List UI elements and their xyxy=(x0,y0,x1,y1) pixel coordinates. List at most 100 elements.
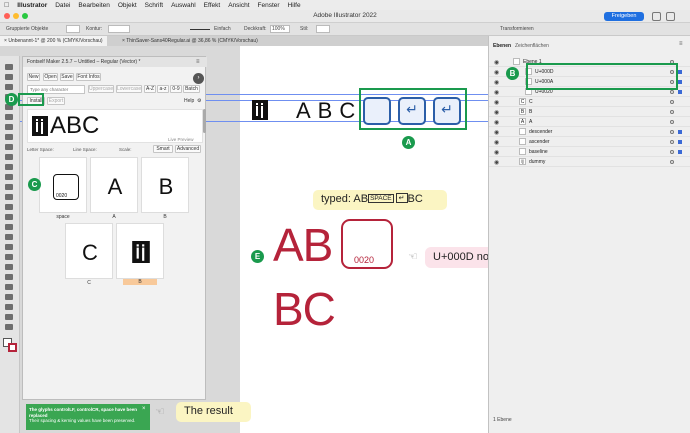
sort-az-button[interactable]: A-Z xyxy=(144,85,156,93)
layer-row[interactable]: ◉ A A xyxy=(489,117,690,127)
sample-text-top[interactable]: AB xyxy=(273,218,333,272)
tab-document-2[interactable]: × ThinSaver-Sans40Regular.ai @ 36,86 % (… xyxy=(118,36,262,46)
save-button[interactable]: Save xyxy=(60,73,74,81)
visibility-eye-icon[interactable]: ◉ xyxy=(494,109,499,116)
menu-app[interactable]: Illustrator xyxy=(17,2,47,9)
open-button[interactable]: Open xyxy=(43,73,58,81)
export-button[interactable]: Export xyxy=(47,97,65,105)
menu-auswahl[interactable]: Auswahl xyxy=(171,2,196,9)
hand-tool-icon[interactable] xyxy=(5,314,13,320)
tab-close-icon[interactable]: × xyxy=(4,38,7,44)
new-button[interactable]: New xyxy=(27,73,40,81)
menu-objekt[interactable]: Objekt xyxy=(118,2,137,9)
direct-selection-tool-icon[interactable] xyxy=(5,74,13,80)
canvas-glyph-row[interactable]: ABC xyxy=(296,98,362,124)
layer-target-icon[interactable] xyxy=(670,100,674,104)
blend-tool-icon[interactable] xyxy=(5,264,13,270)
menu-datei[interactable]: Datei xyxy=(55,2,70,9)
layer-row[interactable]: ◉ descender xyxy=(489,127,690,137)
visibility-eye-icon[interactable]: ◉ xyxy=(494,69,499,76)
settings-icon[interactable]: ⚙ xyxy=(197,98,201,104)
space-glyph-sample[interactable]: 0020 xyxy=(341,219,393,269)
smart-button[interactable]: Smart xyxy=(153,145,173,153)
layers-panel-menu-icon[interactable]: ≡ xyxy=(679,41,683,47)
type-tool-icon[interactable] xyxy=(5,114,13,120)
tab-zeichenflaechen[interactable]: Zeichenflächen xyxy=(515,43,549,49)
perspective-tool-icon[interactable] xyxy=(5,224,13,230)
lowercase-button[interactable]: Lowercase xyxy=(116,85,142,93)
visibility-eye-icon[interactable]: ◉ xyxy=(494,129,499,136)
canvas-ij-glyph-icon[interactable] xyxy=(252,100,268,120)
menu-fenster[interactable]: Fenster xyxy=(258,2,280,9)
transform-link[interactable]: Transformieren xyxy=(500,26,534,32)
workspace-icon[interactable] xyxy=(666,12,675,21)
layer-target-icon[interactable] xyxy=(670,90,674,94)
layer-target-icon[interactable] xyxy=(670,110,674,114)
share-button[interactable]: Freigeben xyxy=(604,12,644,21)
notice-close-icon[interactable]: × xyxy=(142,406,146,412)
glyph-tile-b[interactable]: B xyxy=(141,157,189,213)
sort-digits-button[interactable]: 0-9 xyxy=(170,85,182,93)
sort-lower-button[interactable]: a-z xyxy=(157,85,169,93)
panel-scrollbar[interactable] xyxy=(203,109,206,133)
opacity-field[interactable]: 100% xyxy=(270,25,290,33)
visibility-eye-icon[interactable]: ◉ xyxy=(494,159,499,166)
layer-target-icon[interactable] xyxy=(670,130,674,134)
menu-bearbeiten[interactable]: Bearbeiten xyxy=(78,2,109,9)
eraser-tool-icon[interactable] xyxy=(5,164,13,170)
slice-tool-icon[interactable] xyxy=(5,304,13,310)
menu-ansicht[interactable]: Ansicht xyxy=(228,2,249,9)
live-preview-box[interactable]: ABC Live Preview xyxy=(27,109,203,143)
artboard-tool-icon[interactable] xyxy=(5,294,13,300)
layer-target-icon[interactable] xyxy=(670,160,674,164)
symbol-sprayer-tool-icon[interactable] xyxy=(5,274,13,280)
graph-tool-icon[interactable] xyxy=(5,284,13,290)
selection-tool-icon[interactable] xyxy=(5,64,13,70)
menu-schrift[interactable]: Schrift xyxy=(145,2,163,9)
layer-target-icon[interactable] xyxy=(670,120,674,124)
return-glyph-box-icon[interactable]: ↵ xyxy=(433,97,461,125)
visibility-eye-icon[interactable]: ◉ xyxy=(494,89,499,96)
layer-row[interactable]: ◉ baseline xyxy=(489,147,690,157)
learn-icon[interactable] xyxy=(652,12,661,21)
panel-menu-icon[interactable]: ≡ xyxy=(196,59,200,65)
menu-hilfe[interactable]: Hilfe xyxy=(288,2,301,9)
tab-close-icon[interactable]: × xyxy=(122,38,125,44)
free-transform-tool-icon[interactable] xyxy=(5,204,13,210)
stroke-color-icon[interactable] xyxy=(8,343,17,352)
paintbrush-tool-icon[interactable] xyxy=(5,144,13,150)
mesh-tool-icon[interactable] xyxy=(5,234,13,240)
sample-text-bottom[interactable]: BC xyxy=(273,282,336,336)
visibility-eye-icon[interactable]: ◉ xyxy=(494,79,499,86)
cr-glyph-box-icon[interactable] xyxy=(363,97,391,125)
stroke-style[interactable]: Einfach xyxy=(214,26,231,32)
rectangle-tool-icon[interactable] xyxy=(5,134,13,140)
apple-icon[interactable]:  xyxy=(4,2,9,9)
visibility-eye-icon[interactable]: ◉ xyxy=(494,99,499,106)
advanced-button[interactable]: Advanced xyxy=(175,145,201,153)
help-link[interactable]: Help xyxy=(184,98,194,104)
uppercase-button[interactable]: Uppercase xyxy=(88,85,114,93)
visibility-eye-icon[interactable]: ◉ xyxy=(494,139,499,146)
style-swatch[interactable] xyxy=(316,25,330,33)
lf-glyph-box-icon[interactable]: ↵ xyxy=(398,97,426,125)
batch-button[interactable]: Batch xyxy=(183,85,200,93)
collapse-arrow-icon[interactable]: › xyxy=(193,73,204,84)
glyph-tile-dummy[interactable] xyxy=(116,223,164,279)
visibility-eye-icon[interactable]: ◉ xyxy=(494,119,499,126)
pencil-tool-icon[interactable] xyxy=(5,154,13,160)
layer-row[interactable]: ◉ C C xyxy=(489,97,690,107)
shape-builder-tool-icon[interactable] xyxy=(5,214,13,220)
tab-ebenen[interactable]: Ebenen xyxy=(493,43,511,49)
glyph-tile-space[interactable]: 0020 xyxy=(39,157,87,213)
width-tool-icon[interactable] xyxy=(5,194,13,200)
layer-row[interactable]: ◉ ascender xyxy=(489,137,690,147)
visibility-eye-icon[interactable]: ◉ xyxy=(494,59,499,66)
layer-row[interactable]: ◉ ij dummy xyxy=(489,157,690,167)
font-infos-button[interactable]: Font Infos xyxy=(76,73,101,81)
line-tool-icon[interactable] xyxy=(5,124,13,130)
visibility-eye-icon[interactable]: ◉ xyxy=(494,149,499,156)
scale-tool-icon[interactable] xyxy=(5,184,13,190)
magic-wand-tool-icon[interactable] xyxy=(5,84,13,90)
tab-document-1[interactable]: × Unbenannt-1* @ 200 % (CMYK/Vorschau) xyxy=(0,36,107,46)
